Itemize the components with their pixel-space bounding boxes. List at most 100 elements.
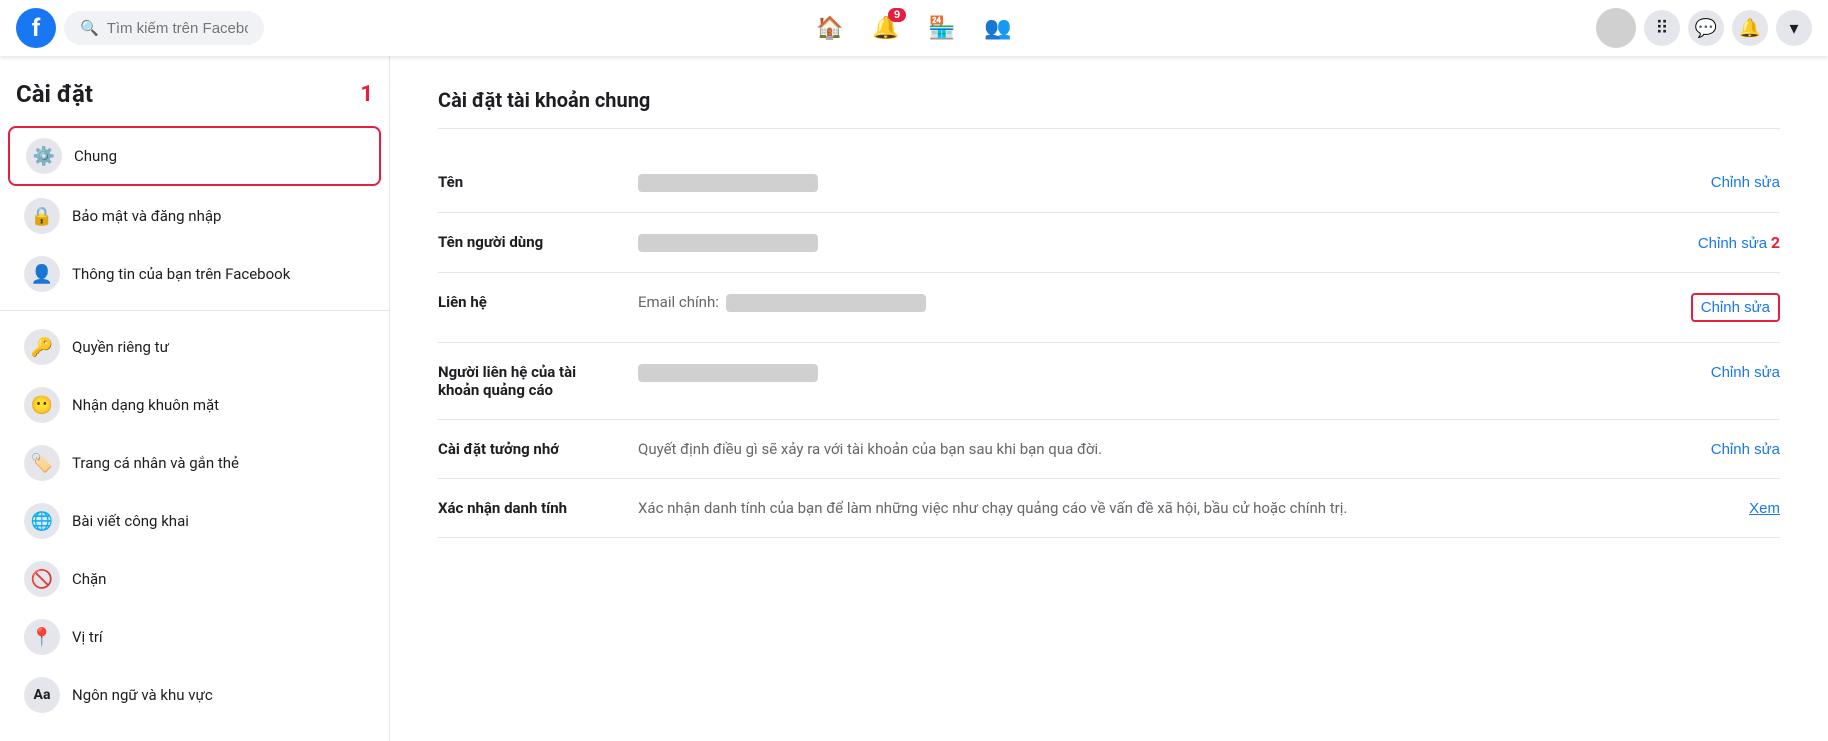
- sidebar-item-label: Bài viết công khai: [72, 512, 189, 530]
- settings-sidebar: Cài đặt 1 ⚙️ Chung 🔒 Bảo mật và đăng nhậ…: [0, 56, 390, 741]
- settings-row-ten: Tên Chỉnh sửa: [438, 153, 1780, 213]
- field-value-username: [638, 233, 1698, 252]
- nav-center: 🏠 🔔 9 🏪 👥: [276, 4, 1552, 52]
- messenger-icon: 💬: [1695, 18, 1717, 39]
- apps-button[interactable]: ⠿: [1644, 10, 1680, 46]
- messenger-button[interactable]: 💬: [1688, 10, 1724, 46]
- alerts-button[interactable]: 🔔: [1732, 10, 1768, 46]
- lock-icon: 🔒: [24, 198, 60, 234]
- sidebar-divider: [0, 310, 389, 311]
- nav-left: f 🔍: [16, 8, 276, 48]
- settings-row-username: Tên người dùng Chỉnh sửa 2: [438, 213, 1780, 273]
- search-input[interactable]: [107, 20, 248, 37]
- sidebar-item-chung[interactable]: ⚙️ Chung: [8, 126, 381, 186]
- user-avatar-button[interactable]: [1596, 8, 1636, 48]
- edit-nguoi-lien-he-button[interactable]: Chỉnh sửa: [1711, 364, 1780, 381]
- settings-row-tuong-nho: Cài đặt tưởng nhớ Quyết định điều gì sẽ …: [438, 420, 1780, 479]
- sidebar-title-text: Cài đặt: [16, 80, 93, 108]
- edit-ten-button[interactable]: Chỉnh sửa: [1711, 174, 1780, 191]
- store-icon: 🏪: [928, 15, 955, 41]
- person-icon: 👤: [24, 256, 60, 292]
- content-title: Cài đặt tài khoản chung: [438, 88, 1780, 129]
- sidebar-item-label: Chặn: [72, 570, 106, 588]
- sidebar-badge: 1: [360, 82, 373, 107]
- sidebar-item-ngon-ngu[interactable]: Aa Ngôn ngữ và khu vực: [8, 667, 381, 723]
- face-icon: 😶: [24, 387, 60, 423]
- top-navigation: f 🔍 🏠 🔔 9 🏪 👥 ⠿ 💬 🔔 ▾: [0, 0, 1828, 56]
- groups-icon: 👥: [984, 15, 1011, 41]
- language-icon: Aa: [24, 677, 60, 713]
- blurred-name: [638, 174, 818, 192]
- field-label-username: Tên người dùng: [438, 233, 638, 251]
- blurred-nguoi-lien-he: [638, 364, 818, 382]
- edit-lien-he-button[interactable]: Chỉnh sửa: [1691, 293, 1780, 322]
- sidebar-item-chan[interactable]: 🚫 Chặn: [8, 551, 381, 607]
- settings-content: Cài đặt tài khoản chung Tên Chỉnh sửa Tê…: [390, 56, 1828, 741]
- settings-row-lien-he: Liên hệ Email chính: Chỉnh sửa: [438, 273, 1780, 343]
- sidebar-item-label: Quyền riêng tư: [72, 338, 169, 356]
- settings-row-nguoi-lien-he: Người liên hệ của tài khoản quảng cáo Ch…: [438, 343, 1780, 420]
- blurred-username: [638, 234, 818, 252]
- sidebar-item-nhan-dang[interactable]: 😶 Nhận dạng khuôn mặt: [8, 377, 381, 433]
- blurred-email: [726, 294, 926, 312]
- field-value-nguoi-lien-he: [638, 363, 1700, 382]
- sidebar-item-bai-viet[interactable]: 🌐 Bài viết công khai: [8, 493, 381, 549]
- badge-2: 2: [1771, 233, 1780, 252]
- key-icon: 🔑: [24, 329, 60, 365]
- field-action-lien-he: Chỉnh sửa: [1691, 293, 1780, 322]
- sidebar-item-label: Vị trí: [72, 628, 103, 646]
- home-nav-button[interactable]: 🏠: [806, 4, 854, 52]
- edit-tuong-nho-button[interactable]: Chỉnh sửa: [1711, 441, 1780, 458]
- sidebar-item-label: Ngôn ngữ và khu vực: [72, 686, 213, 704]
- main-layout: Cài đặt 1 ⚙️ Chung 🔒 Bảo mật và đăng nhậ…: [0, 56, 1828, 741]
- settings-table: Tên Chỉnh sửa Tên người dùng Chỉnh sửa 2: [438, 153, 1780, 538]
- tag-icon: 🏷️: [24, 445, 60, 481]
- view-xac-nhan-button[interactable]: Xem: [1749, 500, 1780, 517]
- sidebar-item-quyen-rieng-tu[interactable]: 🔑 Quyền riêng tư: [8, 319, 381, 375]
- notification-badge: 9: [888, 8, 906, 22]
- field-label-nguoi-lien-he: Người liên hệ của tài khoản quảng cáo: [438, 363, 638, 399]
- field-label-tuong-nho: Cài đặt tưởng nhớ: [438, 440, 638, 458]
- alert-icon: 🔔: [1739, 18, 1761, 39]
- search-icon: 🔍: [80, 19, 99, 37]
- field-value-tuong-nho: Quyết định điều gì sẽ xảy ra với tài kho…: [638, 440, 1700, 458]
- sidebar-item-label: Nhận dạng khuôn mặt: [72, 396, 219, 414]
- sidebar-item-label: Bảo mật và đăng nhập: [72, 207, 221, 225]
- grid-icon: ⠿: [1655, 18, 1668, 39]
- nav-right: ⠿ 💬 🔔 ▾: [1552, 8, 1812, 48]
- field-label-xac-nhan: Xác nhận danh tính: [438, 499, 638, 517]
- chevron-down-button[interactable]: ▾: [1776, 10, 1812, 46]
- search-bar[interactable]: 🔍: [64, 11, 264, 45]
- sidebar-item-trang-ca-nhan[interactable]: 🏷️ Trang cá nhân và gắn thẻ: [8, 435, 381, 491]
- settings-row-xac-nhan: Xác nhận danh tính Xác nhận danh tính củ…: [438, 479, 1780, 538]
- email-prefix: Email chính:: [638, 293, 719, 311]
- field-value-xac-nhan: Xác nhận danh tính của bạn để làm những …: [638, 499, 1700, 517]
- sidebar-item-label: Thông tin của bạn trên Facebook: [72, 265, 290, 283]
- field-value-ten: [638, 173, 1700, 192]
- globe-icon: 🌐: [24, 503, 60, 539]
- sidebar-item-label: Chung: [74, 147, 117, 165]
- gear-icon: ⚙️: [26, 138, 62, 174]
- edit-username-button[interactable]: Chỉnh sửa: [1698, 235, 1767, 252]
- home-icon: 🏠: [816, 15, 843, 41]
- field-label-lien-he: Liên hệ: [438, 293, 638, 311]
- block-icon: 🚫: [24, 561, 60, 597]
- sidebar-item-vi-tri[interactable]: 📍 Vị trí: [8, 609, 381, 665]
- field-value-lien-he: Email chính:: [638, 293, 1691, 312]
- sidebar-item-thong-tin[interactable]: 👤 Thông tin của bạn trên Facebook: [8, 246, 381, 302]
- chevron-down-icon: ▾: [1789, 18, 1798, 39]
- sidebar-title-container: Cài đặt 1: [0, 72, 389, 124]
- notifications-nav-button[interactable]: 🔔 9: [862, 4, 910, 52]
- sidebar-item-bao-mat[interactable]: 🔒 Bảo mật và đăng nhập: [8, 188, 381, 244]
- field-label-ten: Tên: [438, 173, 638, 191]
- location-icon: 📍: [24, 619, 60, 655]
- field-action-tuong-nho: Chỉnh sửa: [1700, 440, 1780, 458]
- groups-nav-button[interactable]: 👥: [974, 4, 1022, 52]
- facebook-logo: f: [16, 8, 56, 48]
- field-action-username: Chỉnh sửa 2: [1698, 233, 1780, 252]
- field-action-xac-nhan: Xem: [1700, 499, 1780, 517]
- field-action-nguoi-lien-he: Chỉnh sửa: [1700, 363, 1780, 381]
- marketplace-nav-button[interactable]: 🏪: [918, 4, 966, 52]
- field-action-ten: Chỉnh sửa: [1700, 173, 1780, 191]
- sidebar-item-label: Trang cá nhân và gắn thẻ: [72, 454, 239, 472]
